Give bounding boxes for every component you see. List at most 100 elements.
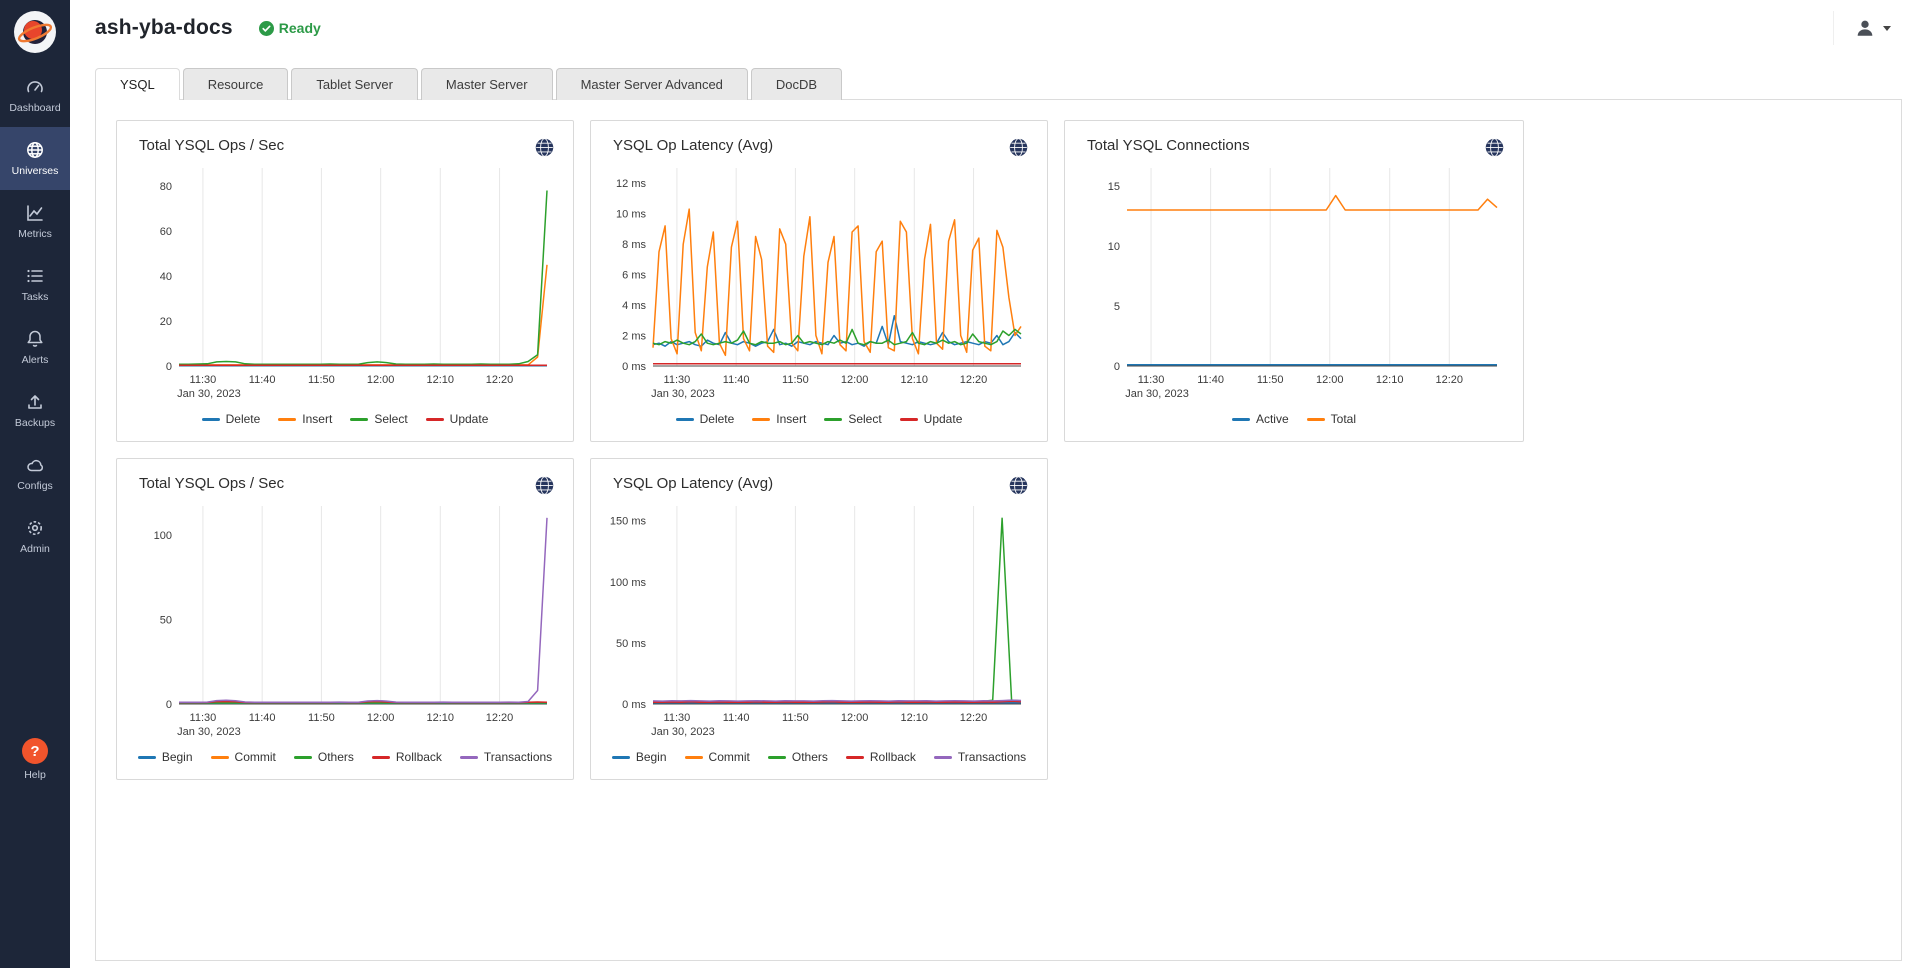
svg-text:11:50: 11:50 xyxy=(1257,374,1284,386)
sidebar-item-label: Metrics xyxy=(18,228,52,240)
sidebar-item-configs[interactable]: Configs xyxy=(0,442,70,505)
sidebar-item-alerts[interactable]: Alerts xyxy=(0,316,70,379)
legend-item-delete[interactable]: Delete xyxy=(676,412,735,426)
chart-panel-ysql-op-latency-transactions: YSQL Op Latency (Avg) 11:3011:4011:5012:… xyxy=(590,458,1048,780)
app-window: Dashboard Universes Metrics Tasks xyxy=(0,0,1915,968)
legend-swatch xyxy=(350,418,368,421)
legend-label: Select xyxy=(848,412,881,426)
legend-swatch xyxy=(1307,418,1325,421)
svg-text:11:50: 11:50 xyxy=(308,374,335,386)
chart-legend: Delete Insert Select Update xyxy=(129,412,561,426)
chart-title: YSQL Op Latency (Avg) xyxy=(613,475,773,492)
legend-swatch xyxy=(211,756,229,759)
help-icon: ? xyxy=(22,738,48,764)
universe-globe-icon[interactable] xyxy=(534,475,555,496)
chart-title: YSQL Op Latency (Avg) xyxy=(613,137,773,154)
svg-text:11:40: 11:40 xyxy=(249,712,276,724)
chart-panel-total-ysql-ops: Total YSQL Ops / Sec 11:3011:4011:5012:0… xyxy=(116,120,574,442)
sidebar-item-label: Backups xyxy=(15,417,55,429)
legend-item-active[interactable]: Active xyxy=(1232,412,1289,426)
svg-text:11:30: 11:30 xyxy=(664,712,691,724)
svg-text:50: 50 xyxy=(160,614,172,626)
legend-item-select[interactable]: Select xyxy=(824,412,881,426)
tab-ysql[interactable]: YSQL xyxy=(95,68,180,100)
legend-item-insert[interactable]: Insert xyxy=(278,412,332,426)
header: ash-yba-docs Ready xyxy=(70,0,1915,56)
sidebar-item-universes[interactable]: Universes xyxy=(0,127,70,190)
tab-docdb[interactable]: DocDB xyxy=(751,68,842,100)
legend-item-insert[interactable]: Insert xyxy=(752,412,806,426)
legend-swatch xyxy=(278,418,296,421)
legend-item-commit[interactable]: Commit xyxy=(211,750,276,764)
universes-icon xyxy=(25,140,45,160)
svg-text:0: 0 xyxy=(166,699,172,711)
yugabyte-logo[interactable] xyxy=(0,0,70,64)
legend-item-delete[interactable]: Delete xyxy=(202,412,261,426)
legend-swatch xyxy=(676,418,694,421)
svg-text:10 ms: 10 ms xyxy=(616,209,646,221)
legend-item-others[interactable]: Others xyxy=(294,750,354,764)
legend-swatch xyxy=(372,756,390,759)
sidebar-item-backups[interactable]: Backups xyxy=(0,379,70,442)
chart-title: Total YSQL Ops / Sec xyxy=(139,137,284,154)
legend-swatch xyxy=(934,756,952,759)
tab-master-server-advanced[interactable]: Master Server Advanced xyxy=(556,68,748,100)
legend-item-update[interactable]: Update xyxy=(426,412,489,426)
chart-legend: Begin Commit Others Rollback Transactions xyxy=(129,750,561,764)
user-avatar-icon xyxy=(1854,17,1876,39)
chart-legend: Active Total xyxy=(1077,412,1511,426)
universe-globe-icon[interactable] xyxy=(1008,475,1029,496)
admin-gear-icon xyxy=(25,518,45,538)
svg-text:11:50: 11:50 xyxy=(308,712,335,724)
legend-label: Total xyxy=(1331,412,1356,426)
svg-text:8 ms: 8 ms xyxy=(622,239,646,251)
legend-swatch xyxy=(846,756,864,759)
universe-globe-icon[interactable] xyxy=(1008,137,1029,158)
svg-text:11:40: 11:40 xyxy=(1197,374,1224,386)
legend-item-transactions[interactable]: Transactions xyxy=(460,750,552,764)
legend-swatch xyxy=(685,756,703,759)
backups-icon xyxy=(25,392,45,412)
legend-label: Rollback xyxy=(396,750,442,764)
universe-globe-icon[interactable] xyxy=(534,137,555,158)
legend-label: Delete xyxy=(226,412,261,426)
svg-text:12:00: 12:00 xyxy=(1316,374,1344,386)
legend-item-others[interactable]: Others xyxy=(768,750,828,764)
sidebar-item-metrics[interactable]: Metrics xyxy=(0,190,70,253)
legend-item-rollback[interactable]: Rollback xyxy=(846,750,916,764)
tab-master-server[interactable]: Master Server xyxy=(421,68,553,100)
legend-item-begin[interactable]: Begin xyxy=(138,750,193,764)
chart-legend: Begin Commit Others Rollback Transactions xyxy=(603,750,1035,764)
svg-text:12:20: 12:20 xyxy=(960,712,988,724)
svg-text:12:10: 12:10 xyxy=(901,712,929,724)
sidebar-item-tasks[interactable]: Tasks xyxy=(0,253,70,316)
tab-resource[interactable]: Resource xyxy=(183,68,289,100)
sidebar-item-help[interactable]: ? Help xyxy=(0,738,70,781)
sidebar-item-dashboard[interactable]: Dashboard xyxy=(0,64,70,127)
legend-item-update[interactable]: Update xyxy=(900,412,963,426)
chart-panel-ysql-op-latency: YSQL Op Latency (Avg) 11:3011:4011:5012:… xyxy=(590,120,1048,442)
sidebar-item-admin[interactable]: Admin xyxy=(0,505,70,568)
legend-item-rollback[interactable]: Rollback xyxy=(372,750,442,764)
svg-text:11:40: 11:40 xyxy=(249,374,276,386)
universe-globe-icon[interactable] xyxy=(1484,137,1505,158)
svg-text:12:10: 12:10 xyxy=(427,712,455,724)
user-menu[interactable] xyxy=(1833,11,1891,45)
configs-icon xyxy=(25,455,45,475)
tasks-icon xyxy=(25,266,45,286)
dashboard-icon xyxy=(25,77,45,97)
legend-item-transactions[interactable]: Transactions xyxy=(934,750,1026,764)
svg-text:0: 0 xyxy=(1114,361,1120,373)
chart-title: Total YSQL Connections xyxy=(1087,137,1250,154)
legend-item-commit[interactable]: Commit xyxy=(685,750,750,764)
legend-item-total[interactable]: Total xyxy=(1307,412,1356,426)
legend-item-select[interactable]: Select xyxy=(350,412,407,426)
tab-tablet-server[interactable]: Tablet Server xyxy=(291,68,418,100)
legend-swatch xyxy=(768,756,786,759)
svg-text:2 ms: 2 ms xyxy=(622,331,646,343)
svg-text:10: 10 xyxy=(1108,241,1120,253)
svg-text:15: 15 xyxy=(1108,181,1120,193)
legend-item-begin[interactable]: Begin xyxy=(612,750,667,764)
legend-label: Update xyxy=(450,412,489,426)
svg-text:5: 5 xyxy=(1114,301,1120,313)
